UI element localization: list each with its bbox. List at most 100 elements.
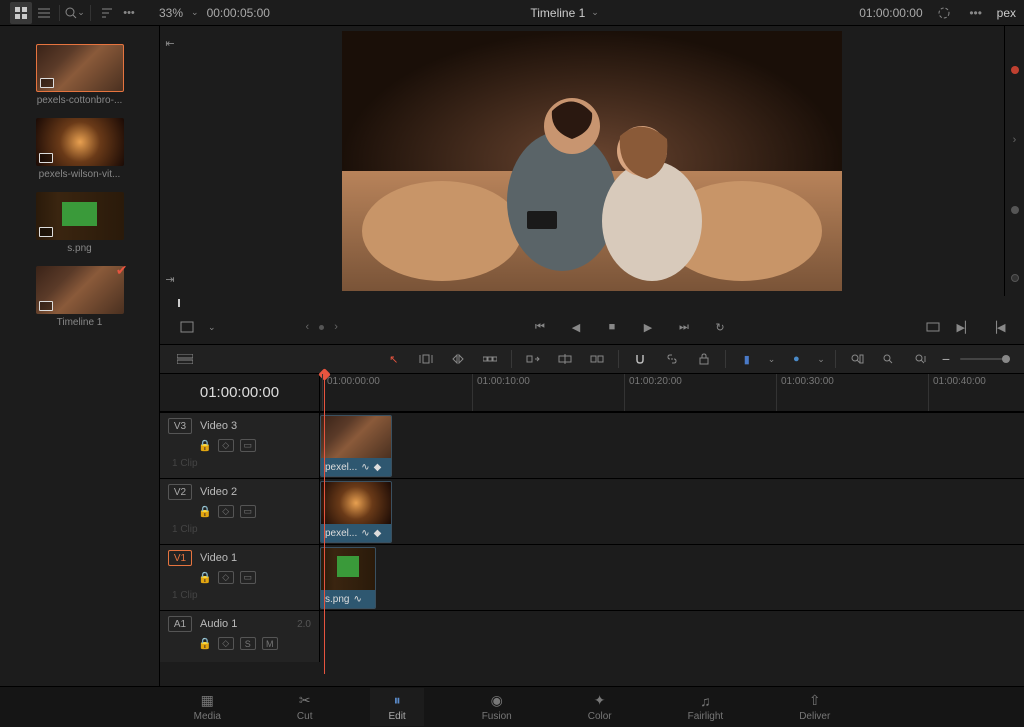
nav-fusion[interactable]: ◉Fusion: [464, 688, 530, 726]
timeline-clip[interactable]: pexel...∿◆: [320, 481, 392, 543]
track-number[interactable]: V3: [168, 418, 192, 434]
go-start-icon[interactable]: ⏮: [529, 316, 551, 338]
zoom-detail-icon[interactable]: [910, 348, 932, 370]
next-marker-icon[interactable]: ›: [334, 321, 338, 333]
nav-deliver[interactable]: ⇧Deliver: [781, 688, 848, 726]
skip-last-icon[interactable]: ⇥: [159, 268, 181, 290]
selection-tool-icon[interactable]: ↖: [383, 348, 405, 370]
view-grid-icon[interactable]: [10, 2, 32, 24]
zoom-value[interactable]: 33%: [159, 6, 183, 20]
timeline-title[interactable]: Timeline 1: [530, 6, 585, 20]
timeline-clip[interactable]: s.png∿: [320, 547, 376, 609]
zoom-minus[interactable]: −: [942, 351, 950, 367]
frame-icon[interactable]: [176, 316, 198, 338]
retime-icon: ◆: [374, 462, 382, 473]
replace-icon[interactable]: [586, 348, 608, 370]
track-header[interactable]: V1 Video 1 🔒 ◇ ▭ 1 Clip: [160, 545, 320, 610]
disable-video-icon[interactable]: ▭: [240, 571, 256, 584]
lock-icon[interactable]: 🔒: [198, 637, 212, 650]
auto-select-icon[interactable]: ◇: [218, 571, 234, 584]
dot-icon[interactable]: [1011, 206, 1019, 214]
play-icon[interactable]: ▶: [637, 316, 659, 338]
zoom-slider[interactable]: [960, 358, 1010, 360]
disable-video-icon[interactable]: ▭: [240, 505, 256, 518]
snap-icon[interactable]: [629, 348, 651, 370]
track-header[interactable]: V2Video 2 🔒◇▭ 1 Clip: [160, 479, 320, 544]
chevron-right-icon[interactable]: ›: [1013, 134, 1017, 146]
track-body[interactable]: [320, 611, 1024, 662]
timeline-timecode[interactable]: 01:00:00:00: [160, 374, 320, 411]
nav-edit[interactable]: ⏸Edit: [370, 688, 423, 726]
track-body[interactable]: s.png∿: [320, 545, 1024, 610]
chevron-down-icon[interactable]: ⌄: [591, 7, 599, 18]
lock-icon[interactable]: 🔒: [198, 505, 212, 518]
track-header[interactable]: A1Audio 12.0 🔒◇SM: [160, 611, 320, 662]
timeline-view-options-icon[interactable]: [174, 348, 196, 370]
bypass-icon[interactable]: [933, 2, 955, 24]
track-header[interactable]: V3Video 3 🔒◇▭ 1 Clip: [160, 413, 320, 478]
lock-icon[interactable]: [693, 348, 715, 370]
nav-fairlight[interactable]: ♫Fairlight: [670, 689, 742, 726]
auto-select-icon[interactable]: ◇: [218, 637, 234, 650]
loop-icon[interactable]: ↻: [709, 316, 731, 338]
zoom-preset-icon[interactable]: [846, 348, 868, 370]
track-name[interactable]: Audio 1: [200, 618, 237, 630]
go-end-icon[interactable]: ⏭: [673, 316, 695, 338]
lock-icon[interactable]: 🔒: [198, 439, 212, 452]
nav-cut[interactable]: ✂Cut: [279, 688, 331, 726]
track-body[interactable]: pexel...∿◆: [320, 479, 1024, 544]
sort-icon[interactable]: [95, 2, 117, 24]
program-viewer[interactable]: [180, 26, 1004, 296]
media-clip[interactable]: s.png: [28, 192, 131, 254]
view-list-icon[interactable]: [33, 2, 55, 24]
search-icon[interactable]: ⌄: [64, 2, 86, 24]
prev-marker-icon[interactable]: ‹: [306, 321, 310, 333]
chevron-down-icon[interactable]: ⌄: [208, 322, 216, 333]
solo-icon[interactable]: S: [240, 637, 256, 650]
track-name[interactable]: Video 3: [200, 420, 237, 432]
skip-first-icon[interactable]: ⇤: [159, 32, 181, 54]
insert-icon[interactable]: [522, 348, 544, 370]
stop-icon[interactable]: ■: [601, 316, 623, 338]
marker-icon[interactable]: ●: [785, 348, 807, 370]
nav-color[interactable]: ✦Color: [570, 688, 630, 726]
scrub-bar[interactable]: [178, 296, 1006, 310]
source-timecode[interactable]: 00:00:05:00: [207, 6, 270, 20]
step-back-icon[interactable]: ◀: [565, 316, 587, 338]
nav-media[interactable]: ▦Media: [176, 688, 239, 726]
track-name[interactable]: Video 1: [200, 552, 237, 564]
chevron-down-icon[interactable]: ⌄: [191, 7, 199, 18]
zoom-full-icon[interactable]: [878, 348, 900, 370]
auto-select-icon[interactable]: ◇: [218, 439, 234, 452]
record-timecode[interactable]: 01:00:00:00: [859, 6, 922, 20]
disable-video-icon[interactable]: ▭: [240, 439, 256, 452]
track-name[interactable]: Video 2: [200, 486, 237, 498]
next-clip-icon[interactable]: ▶▏: [954, 316, 976, 338]
trim-tool-icon[interactable]: [415, 348, 437, 370]
track-body[interactable]: pexel...∿◆: [320, 413, 1024, 478]
media-clip[interactable]: ✔ Timeline 1: [28, 266, 131, 328]
dynamic-trim-icon[interactable]: [447, 348, 469, 370]
link-icon[interactable]: [661, 348, 683, 370]
track-number[interactable]: V1: [168, 550, 192, 566]
clip-count: 1 Clip: [172, 590, 311, 601]
dot-icon[interactable]: [1011, 274, 1019, 282]
track-number[interactable]: V2: [168, 484, 192, 500]
media-clip[interactable]: pexels-cottonbro-...: [28, 44, 131, 106]
mute-icon[interactable]: M: [262, 637, 278, 650]
lock-icon[interactable]: 🔒: [198, 571, 212, 584]
timeline-clip[interactable]: pexel...∿◆: [320, 415, 392, 477]
prev-clip-icon[interactable]: ▕◀: [986, 316, 1008, 338]
flag-icon[interactable]: ▮: [736, 348, 758, 370]
match-frame-icon[interactable]: [922, 316, 944, 338]
more-icon[interactable]: •••: [965, 2, 987, 24]
keyframe-dot[interactable]: [1011, 66, 1019, 74]
media-clip[interactable]: pexels-wilson-vit...: [28, 118, 131, 180]
marker-dot[interactable]: [319, 325, 324, 330]
track-number[interactable]: A1: [168, 616, 192, 632]
overwrite-icon[interactable]: [554, 348, 576, 370]
auto-select-icon[interactable]: ◇: [218, 505, 234, 518]
blade-tool-icon[interactable]: [479, 348, 501, 370]
more-icon[interactable]: •••: [118, 2, 140, 24]
ruler[interactable]: 01:00:00:00 01:00:10:00 01:00:20:00 01:0…: [320, 374, 1024, 411]
